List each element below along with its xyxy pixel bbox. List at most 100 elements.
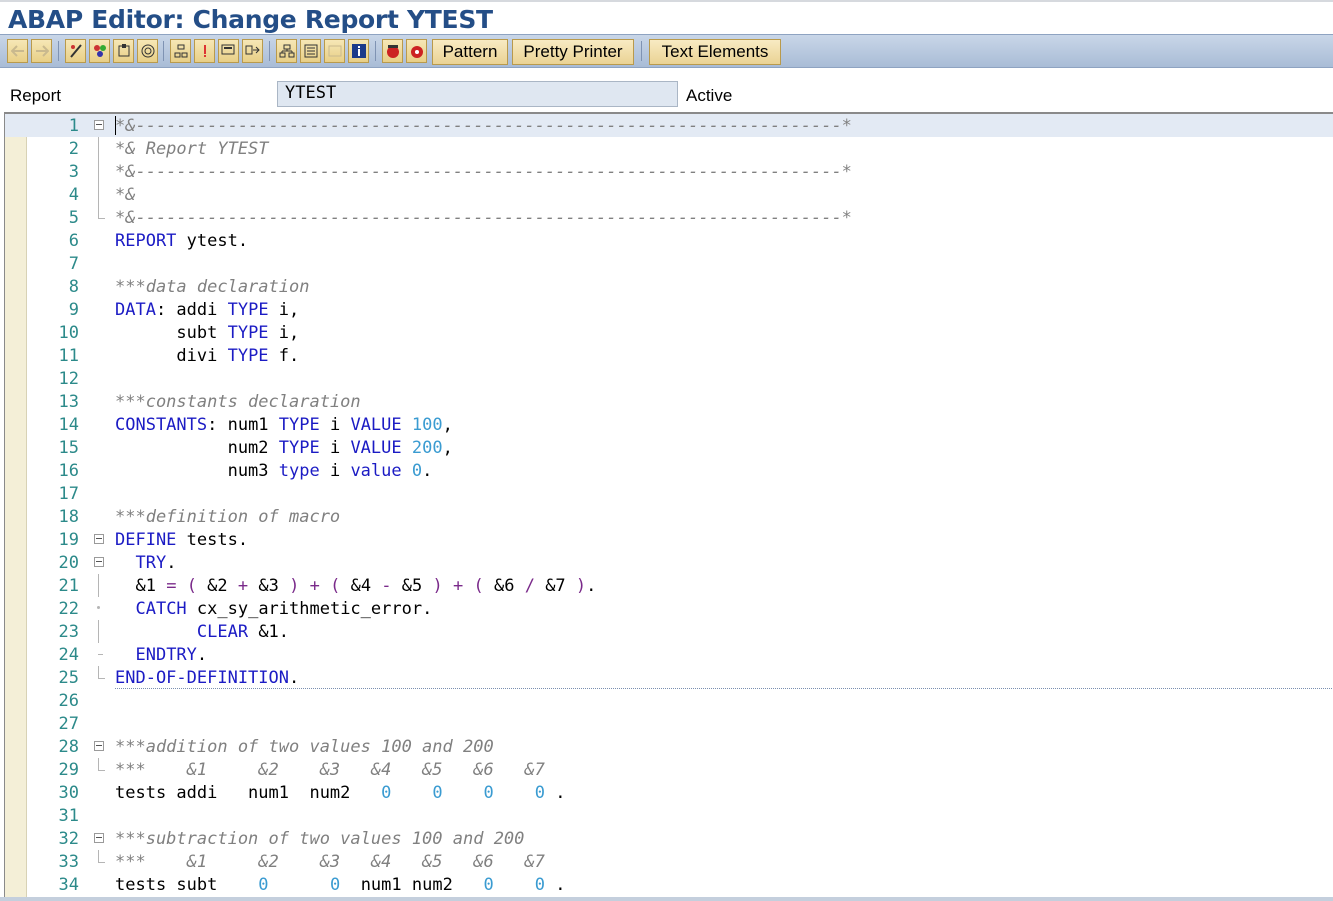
code-token: *&--------------------------------------… bbox=[115, 116, 852, 136]
hierarchy-icon[interactable] bbox=[194, 39, 215, 63]
code-text: DEFINE tests. bbox=[115, 530, 248, 550]
code-token: ytest. bbox=[176, 231, 249, 251]
code-line[interactable]: 12 bbox=[5, 367, 1333, 390]
object-list-icon[interactable] bbox=[170, 39, 191, 63]
code-token: &4 bbox=[340, 576, 382, 596]
stack-icon[interactable] bbox=[324, 39, 345, 63]
help-info-icon[interactable] bbox=[348, 39, 369, 63]
fold-guide bbox=[98, 160, 99, 183]
other-object-icon[interactable] bbox=[65, 39, 86, 63]
code-token: tests addi num1 num2 bbox=[115, 783, 382, 803]
code-line[interactable]: 15 num2 TYPE i VALUE 200, bbox=[5, 436, 1333, 459]
line-number: 25 bbox=[58, 668, 79, 688]
code-line[interactable]: 13 ***constants declaration bbox=[5, 390, 1333, 413]
code-line[interactable]: 8 ***data declaration bbox=[5, 275, 1333, 298]
back-arrow-icon[interactable] bbox=[7, 39, 28, 63]
code-line[interactable]: 19 DEFINE tests. bbox=[5, 528, 1333, 551]
code-line[interactable]: 7 bbox=[5, 252, 1333, 275]
code-token: type bbox=[278, 461, 320, 481]
code-token: TRY bbox=[135, 553, 167, 573]
set-breakpoint-icon[interactable] bbox=[382, 39, 403, 63]
code-line[interactable]: 21 &1 = ( &2 + &3 ) + ( &4 - &5 ) + ( &6… bbox=[5, 574, 1333, 597]
code-line[interactable]: 3 *&-------------------------------------… bbox=[5, 160, 1333, 183]
navigation-window-icon[interactable] bbox=[300, 39, 321, 63]
code-line[interactable]: 5 *&-------------------------------------… bbox=[5, 206, 1333, 229]
code-line[interactable]: 4 *& bbox=[5, 183, 1333, 206]
line-number: 10 bbox=[58, 323, 79, 343]
pretty-printer-button[interactable]: Pretty Printer bbox=[512, 39, 634, 65]
horizontal-scrollbar[interactable] bbox=[0, 897, 1333, 901]
code-line[interactable]: 25 END-OF-DEFINITION. bbox=[5, 666, 1333, 689]
line-number: 28 bbox=[58, 737, 79, 757]
display-change-icon[interactable] bbox=[89, 39, 110, 63]
code-line[interactable]: 2 *& Report YTEST bbox=[5, 137, 1333, 160]
code-line[interactable]: 32 ***subtraction of two values 100 and 2… bbox=[5, 827, 1333, 850]
code-line[interactable]: 31 bbox=[5, 804, 1333, 827]
activate-icon[interactable] bbox=[113, 39, 134, 63]
code-token: . bbox=[166, 553, 177, 573]
code-line[interactable]: 29 *** &1 &2 &3 &4 &5 &6 &7 bbox=[5, 758, 1333, 781]
code-line[interactable]: 23 CLEAR &1. bbox=[5, 620, 1333, 643]
code-token: . bbox=[422, 461, 433, 481]
code-line[interactable]: 6 REPORT ytest. bbox=[5, 229, 1333, 252]
code-line[interactable]: 33 *** &1 &2 &3 &4 &5 &6 &7 bbox=[5, 850, 1333, 873]
session-breakpoint-icon[interactable] bbox=[406, 39, 427, 63]
code-line[interactable]: 30 tests addi num1 num2 0 0 0 0 . bbox=[5, 781, 1333, 804]
code-token: &3 bbox=[248, 576, 290, 596]
collapse-icon[interactable] bbox=[94, 833, 104, 843]
collapse-icon[interactable] bbox=[94, 741, 104, 751]
pattern-button[interactable]: Pattern bbox=[432, 39, 508, 65]
code-text: CONSTANTS: num1 TYPE i VALUE 100, bbox=[115, 415, 453, 435]
code-token: num1 num2 bbox=[340, 875, 484, 895]
code-text: ***subtraction of two values 100 and 200 bbox=[115, 829, 524, 849]
code-line[interactable]: 18 ***definition of macro bbox=[5, 505, 1333, 528]
forward-arrow-icon[interactable] bbox=[31, 39, 52, 63]
code-line[interactable]: 17 bbox=[5, 482, 1333, 505]
code-token: i bbox=[319, 461, 351, 481]
display-object-list-icon[interactable] bbox=[242, 39, 263, 63]
code-token: tests subt bbox=[115, 875, 259, 895]
code-line[interactable]: 27 bbox=[5, 712, 1333, 735]
code-token: divi bbox=[115, 346, 228, 366]
check-icon[interactable] bbox=[218, 39, 239, 63]
code-token: + bbox=[453, 576, 464, 596]
code-token: / bbox=[524, 576, 535, 596]
code-line[interactable]: 34 tests subt 0 0 num1 num2 0 0 . bbox=[5, 873, 1333, 896]
code-token: ***data declaration bbox=[115, 277, 310, 297]
code-line[interactable]: 24 ENDTRY. bbox=[5, 643, 1333, 666]
code-line[interactable]: 10 subt TYPE i, bbox=[5, 321, 1333, 344]
code-line[interactable]: 11 divi TYPE f. bbox=[5, 344, 1333, 367]
collapse-icon[interactable] bbox=[94, 534, 104, 544]
collapse-icon[interactable] bbox=[94, 120, 104, 130]
code-text: *& Report YTEST bbox=[115, 139, 269, 159]
report-label: Report bbox=[10, 86, 62, 105]
code-line[interactable]: 9 DATA: addi TYPE i, bbox=[5, 298, 1333, 321]
code-token: CONSTANTS bbox=[115, 415, 208, 435]
code-text: *&--------------------------------------… bbox=[115, 162, 852, 182]
code-line[interactable]: 28 ***addition of two values 100 and 200 bbox=[5, 735, 1333, 758]
code-line[interactable]: 1 *&-------------------------------------… bbox=[5, 114, 1333, 137]
report-name-field[interactable]: YTEST bbox=[277, 81, 678, 107]
code-editor[interactable]: 1 *&-------------------------------------… bbox=[4, 112, 1333, 897]
code-text: TRY. bbox=[115, 553, 176, 573]
fold-end-marker bbox=[98, 666, 105, 679]
code-line[interactable]: 14 CONSTANTS: num1 TYPE i VALUE 100, bbox=[5, 413, 1333, 436]
code-token: 0 bbox=[381, 783, 392, 803]
text-elements-button[interactable]: Text Elements bbox=[649, 39, 781, 65]
code-line[interactable]: 20 TRY. bbox=[5, 551, 1333, 574]
line-number: 22 bbox=[58, 599, 79, 619]
code-token: f. bbox=[268, 346, 300, 366]
line-number: 33 bbox=[58, 852, 79, 872]
code-line[interactable]: 22 CATCH cx_sy_arithmetic_error. bbox=[5, 597, 1333, 620]
where-used-icon[interactable] bbox=[137, 39, 158, 63]
code-line[interactable]: 16 num3 type i value 0. bbox=[5, 459, 1333, 482]
next-screen-icon[interactable] bbox=[276, 39, 297, 63]
collapse-icon[interactable] bbox=[94, 557, 104, 567]
line-number: 21 bbox=[58, 576, 79, 596]
code-line[interactable]: 26 bbox=[5, 689, 1333, 712]
